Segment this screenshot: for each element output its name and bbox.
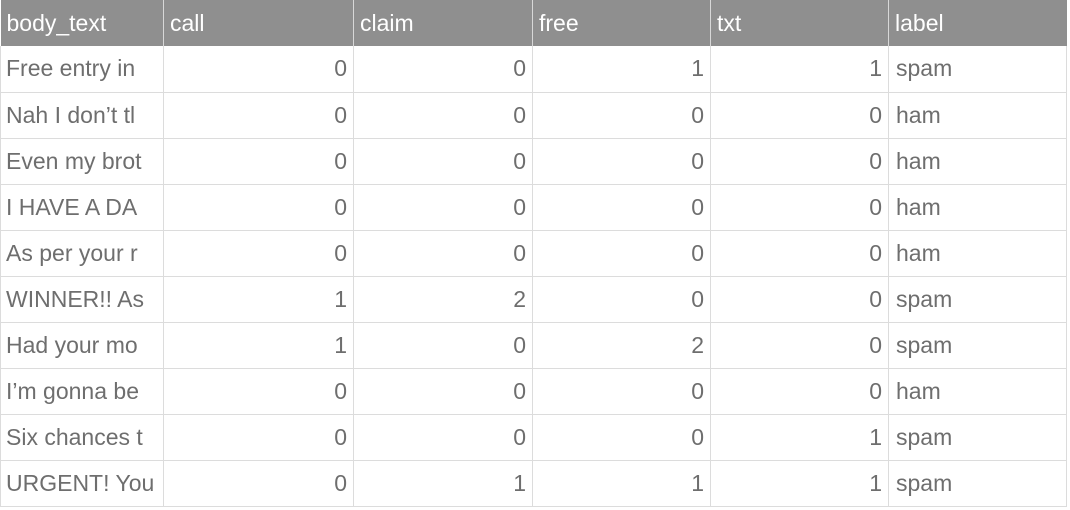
cell-body-text: I HAVE A DA (0, 184, 164, 231)
column-header-claim[interactable]: claim (353, 0, 533, 46)
cell-claim: 0 (353, 322, 533, 369)
table-row: Had your mo 1 0 2 0 spam (0, 322, 1067, 369)
cell-body-text: Nah I don’t tl (0, 92, 164, 139)
cell-call: 0 (163, 368, 354, 415)
cell-claim: 0 (353, 138, 533, 185)
cell-free: 0 (532, 368, 711, 415)
cell-txt: 0 (710, 92, 889, 139)
cell-claim: 0 (353, 46, 533, 93)
cell-label: ham (888, 92, 1067, 139)
cell-txt: 0 (710, 368, 889, 415)
table-row: WINNER!! As 1 2 0 0 spam (0, 276, 1067, 323)
cell-body-text: As per your r (0, 230, 164, 277)
column-header-label[interactable]: label (888, 0, 1067, 46)
cell-call: 1 (163, 276, 354, 323)
cell-txt: 0 (710, 184, 889, 231)
cell-free: 0 (532, 92, 711, 139)
cell-free: 0 (532, 138, 711, 185)
cell-label: spam (888, 460, 1067, 507)
cell-claim: 0 (353, 368, 533, 415)
cell-call: 0 (163, 184, 354, 231)
cell-label: ham (888, 368, 1067, 415)
cell-txt: 0 (710, 276, 889, 323)
cell-call: 0 (163, 46, 354, 93)
cell-body-text: Six chances t (0, 414, 164, 461)
cell-txt: 0 (710, 230, 889, 277)
header-row: body_text call claim free txt label (0, 0, 1067, 46)
cell-claim: 1 (353, 460, 533, 507)
table-row: I’m gonna be 0 0 0 0 ham (0, 368, 1067, 415)
cell-label: spam (888, 322, 1067, 369)
data-table-container: body_text call claim free txt label Free… (0, 0, 1067, 508)
table-row: Nah I don’t tl 0 0 0 0 ham (0, 92, 1067, 139)
cell-txt: 1 (710, 460, 889, 507)
cell-label: spam (888, 276, 1067, 323)
cell-claim: 0 (353, 92, 533, 139)
cell-txt: 0 (710, 322, 889, 369)
cell-body-text: I’m gonna be (0, 368, 164, 415)
cell-label: ham (888, 184, 1067, 231)
table-header: body_text call claim free txt label (0, 0, 1067, 46)
cell-call: 0 (163, 138, 354, 185)
cell-txt: 1 (710, 46, 889, 93)
cell-call: 0 (163, 460, 354, 507)
cell-claim: 0 (353, 414, 533, 461)
cell-label: spam (888, 414, 1067, 461)
cell-claim: 0 (353, 230, 533, 277)
data-table: body_text call claim free txt label Free… (0, 0, 1067, 507)
table-row: Even my brot 0 0 0 0 ham (0, 138, 1067, 185)
column-header-free[interactable]: free (532, 0, 711, 46)
column-header-call[interactable]: call (163, 0, 354, 46)
cell-label: spam (888, 46, 1067, 93)
cell-call: 0 (163, 414, 354, 461)
cell-claim: 2 (353, 276, 533, 323)
cell-free: 2 (532, 322, 711, 369)
cell-claim: 0 (353, 184, 533, 231)
cell-label: ham (888, 138, 1067, 185)
cell-free: 1 (532, 46, 711, 93)
cell-free: 1 (532, 460, 711, 507)
cell-call: 0 (163, 92, 354, 139)
table-row: Free entry in 0 0 1 1 spam (0, 46, 1067, 93)
cell-free: 0 (532, 414, 711, 461)
cell-body-text: Even my brot (0, 138, 164, 185)
cell-body-text: WINNER!! As (0, 276, 164, 323)
cell-call: 1 (163, 322, 354, 369)
cell-free: 0 (532, 184, 711, 231)
cell-body-text: Had your mo (0, 322, 164, 369)
cell-label: ham (888, 230, 1067, 277)
cell-txt: 1 (710, 414, 889, 461)
table-row: Six chances t 0 0 0 1 spam (0, 414, 1067, 461)
cell-body-text: Free entry in (0, 46, 164, 93)
cell-txt: 0 (710, 138, 889, 185)
cell-free: 0 (532, 230, 711, 277)
table-row: URGENT! You 0 1 1 1 spam (0, 460, 1067, 507)
cell-free: 0 (532, 276, 711, 323)
cell-body-text: URGENT! You (0, 460, 164, 507)
table-row: I HAVE A DA 0 0 0 0 ham (0, 184, 1067, 231)
table-body: Free entry in 0 0 1 1 spam Nah I don’t t… (0, 46, 1067, 507)
column-header-txt[interactable]: txt (710, 0, 889, 46)
cell-call: 0 (163, 230, 354, 277)
column-header-body-text[interactable]: body_text (0, 0, 164, 46)
table-row: As per your r 0 0 0 0 ham (0, 230, 1067, 277)
